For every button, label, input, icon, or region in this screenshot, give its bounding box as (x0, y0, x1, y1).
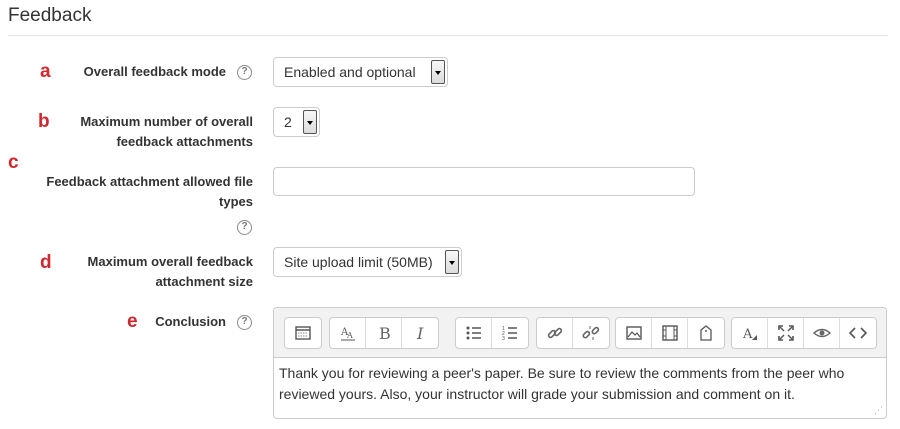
svg-text:B: B (379, 324, 391, 342)
fullscreen-icon[interactable] (768, 318, 804, 348)
max-attachments-select[interactable]: 2 (273, 107, 320, 137)
italic-icon[interactable]: I (402, 318, 438, 348)
help-icon[interactable]: ? (237, 315, 252, 330)
max-attachments-label: Maximum number of overall feedback attac… (40, 112, 253, 152)
max-size-label-line2: attachment size (155, 274, 253, 289)
editor-toolbar: AA B I 123 A (274, 308, 886, 358)
max-attachments-value: 2 (284, 114, 292, 130)
help-icon[interactable]: ? (237, 65, 252, 80)
toolbar-group-link (536, 317, 610, 349)
ordered-list-icon[interactable]: 123 (492, 318, 528, 348)
svg-text:I: I (416, 324, 424, 342)
feedback-mode-label: Overall feedback mode (83, 64, 226, 79)
toolbar-group-style: AA B I (329, 317, 439, 349)
unlink-icon[interactable] (573, 318, 609, 348)
link-icon[interactable] (537, 318, 573, 348)
html-source-icon[interactable] (840, 318, 876, 348)
manage-files-icon[interactable] (688, 318, 724, 348)
toolbar-group-misc: A (731, 317, 877, 349)
max-size-label-line1: Maximum overall feedback (87, 254, 253, 269)
max-size-value: Site upload limit (50MB) (284, 254, 433, 270)
show-more-icon[interactable] (285, 318, 321, 348)
chevron-down-icon[interactable] (431, 60, 445, 84)
svg-text:3: 3 (502, 336, 505, 342)
clear-formatting-icon[interactable]: A (732, 318, 768, 348)
conclusion-label: Conclusion (155, 314, 226, 329)
help-icon[interactable]: ? (237, 220, 252, 235)
file-types-input[interactable] (273, 167, 695, 196)
image-icon[interactable] (616, 318, 652, 348)
editor-content[interactable]: Thank you for reviewing a peer's paper. … (279, 363, 879, 405)
conclusion-editor[interactable]: AA B I 123 A Thank you for reviewing a p… (273, 307, 887, 419)
toolbar-group-list: 123 (455, 317, 529, 349)
section-divider (8, 35, 888, 36)
unordered-list-icon[interactable] (456, 318, 492, 348)
max-size-select[interactable]: Site upload limit (50MB) (273, 247, 462, 277)
toolbar-group-collapse (284, 317, 322, 349)
marker-c: c (8, 152, 19, 173)
feedback-mode-value: Enabled and optional (284, 64, 416, 80)
file-types-label: Feedback attachment allowed file types (10, 172, 253, 212)
chevron-down-icon[interactable] (445, 250, 459, 274)
max-attachments-label-line1: Maximum number of overall (80, 114, 253, 129)
file-types-label-line1: Feedback attachment allowed file (46, 174, 253, 189)
preview-icon[interactable] (804, 318, 840, 348)
feedback-mode-select[interactable]: Enabled and optional (273, 57, 448, 87)
file-types-label-line2: types (219, 194, 253, 209)
bold-icon[interactable]: B (366, 318, 402, 348)
resize-handle-icon[interactable]: ⋰ (874, 406, 884, 416)
toolbar-group-media (615, 317, 725, 349)
section-title: Feedback (8, 5, 92, 26)
font-style-icon[interactable]: AA (330, 318, 366, 348)
max-attachments-label-line2: feedback attachments (116, 134, 253, 149)
chevron-down-icon[interactable] (303, 110, 317, 134)
max-size-label: Maximum overall feedback attachment size (40, 252, 253, 292)
media-icon[interactable] (652, 318, 688, 348)
marker-e: e (127, 311, 138, 332)
svg-text:A: A (742, 327, 753, 342)
svg-text:A: A (346, 331, 353, 340)
